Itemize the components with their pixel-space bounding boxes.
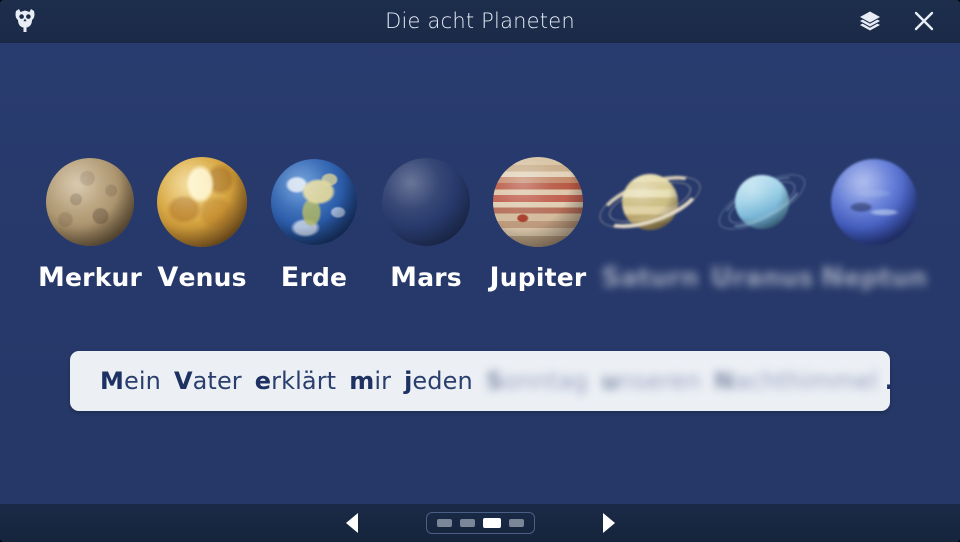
planet-image-uranus [711, 152, 813, 252]
planet-item-merkur[interactable]: Merkur [34, 152, 146, 302]
planet-image-merkur [40, 152, 140, 252]
page-pip-4[interactable] [508, 519, 524, 527]
chevron-right-icon[interactable] [593, 508, 623, 538]
title-bar: Die acht Planeten [0, 0, 960, 42]
planet-image-erde [264, 152, 364, 252]
sentence-word-4: mir [349, 367, 392, 395]
app-window: Die acht Planeten Merkur Venus Erde Mars… [0, 0, 960, 542]
sentence-word-5: jeden [404, 367, 473, 395]
close-icon[interactable] [910, 7, 938, 35]
mnemonic-card[interactable]: Mein Vater erklärt mir jeden Sonntag unseren Na… [70, 351, 894, 411]
page-pip-3[interactable] [482, 518, 501, 528]
planet-item-neptun[interactable]: Neptun [818, 152, 930, 302]
planet-label-uranus: Uranus [710, 262, 814, 293]
planet-image-venus [152, 152, 252, 252]
sentence-word-3: erklärt [254, 367, 337, 395]
planet-label-jupiter: Jupiter [489, 262, 587, 293]
planet-image-mars [376, 152, 476, 252]
layers-icon[interactable] [856, 7, 884, 35]
planet-item-erde[interactable]: Erde [258, 152, 370, 302]
planet-image-jupiter [488, 152, 588, 252]
sentence-word-6: Sonntag [485, 367, 589, 395]
sentence-word-2: Vater [173, 367, 242, 395]
planet-item-uranus[interactable]: Uranus [706, 152, 818, 302]
sentence-word-8: Nachthimmel [713, 367, 878, 395]
title-bar-actions [856, 0, 952, 42]
page-pip-2[interactable] [459, 519, 475, 527]
sentence-word-7: unseren [601, 367, 701, 395]
sentence-period: . [884, 367, 894, 395]
planet-item-mars[interactable]: Mars [370, 152, 482, 302]
planet-label-merkur: Merkur [37, 262, 143, 293]
page-pip-1[interactable] [436, 519, 452, 527]
planet-label-erde: Erde [280, 262, 348, 293]
planet-label-neptun: Neptun [820, 262, 928, 293]
footer-navigation [0, 504, 960, 542]
planet-item-venus[interactable]: Venus [146, 152, 258, 302]
planet-item-jupiter[interactable]: Jupiter [482, 152, 594, 302]
page-title: Die acht Planeten [385, 9, 575, 33]
sentence-word-1: Mein [100, 367, 161, 395]
mnemonic-sentence: Mein Vater erklärt mir jeden Sonntag unseren Na… [100, 367, 894, 395]
planet-label-mars: Mars [390, 262, 462, 293]
chevron-left-icon[interactable] [338, 508, 368, 538]
planet-label-venus: Venus [157, 262, 247, 293]
planet-label-saturn: Saturn [601, 262, 699, 293]
planet-list: Merkur Venus Erde Mars Jupiter Saturn Ur… [0, 152, 960, 302]
planet-image-neptun [824, 152, 924, 252]
planet-image-saturn [593, 152, 707, 252]
page-indicator[interactable] [425, 512, 535, 534]
planet-item-saturn[interactable]: Saturn [593, 152, 707, 302]
